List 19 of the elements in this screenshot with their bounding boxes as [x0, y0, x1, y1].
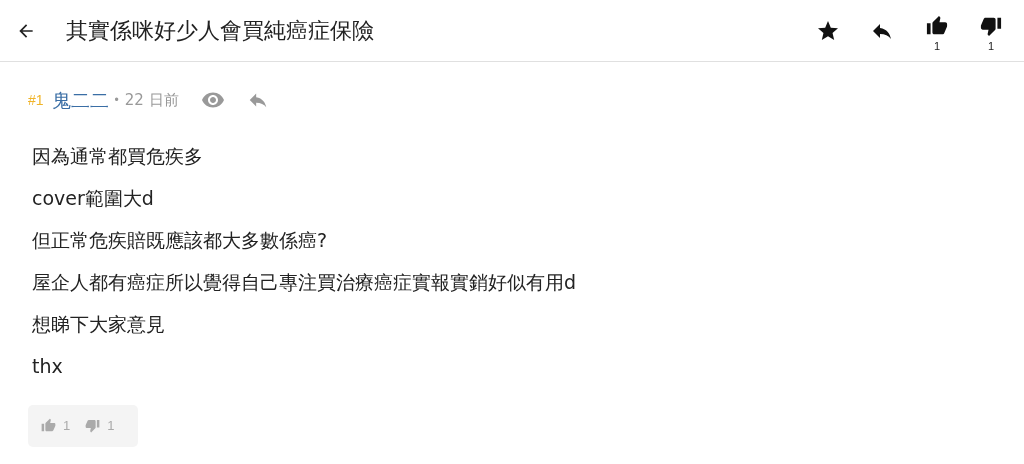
thumbs-down-icon[interactable]	[980, 15, 1002, 37]
post-text-line: 但正常危疾賠既應該都大多數係癌?	[32, 228, 328, 253]
post-text-line: thx	[32, 354, 63, 379]
post-text-line: cover範圍大d	[32, 186, 154, 211]
upvote-count: 1	[933, 41, 941, 52]
post-text-line: 想睇下大家意見	[32, 312, 165, 337]
thread-title: 其實係咪好少人會買純癌症保險	[66, 17, 374, 45]
downvote-count: 1	[107, 416, 115, 435]
post-text-line: 因為通常都買危疾多	[32, 144, 203, 169]
post-time: 22 日前	[124, 90, 179, 111]
downvote-count: 1	[987, 41, 995, 52]
separator-dot: •	[114, 92, 119, 110]
post-number: #1	[28, 90, 44, 110]
author-name[interactable]: 鬼二二	[51, 86, 109, 115]
thumbs-up-icon[interactable]	[926, 15, 948, 37]
upvote-count: 1	[63, 416, 71, 435]
thumbs-down-icon[interactable]	[85, 418, 101, 433]
thumbs-up-icon[interactable]	[41, 418, 56, 433]
post-text-line: 屋企人都有癌症所以覺得自己專注買治療癌症實報實銷好似有用d	[32, 270, 577, 295]
